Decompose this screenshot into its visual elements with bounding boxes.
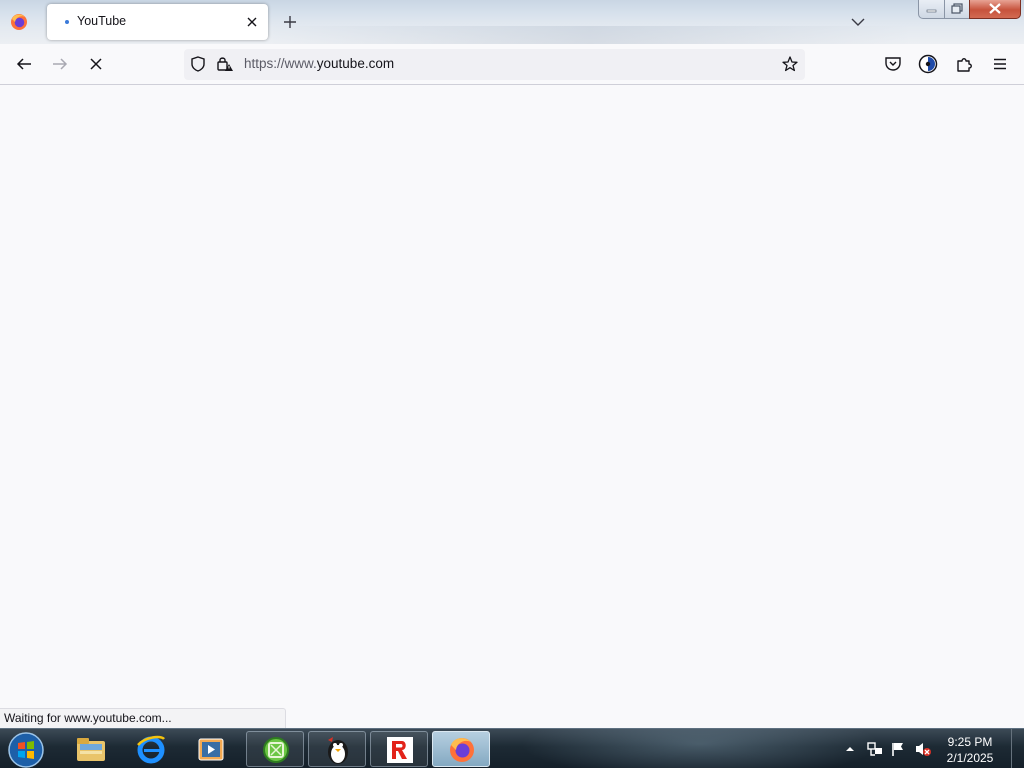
url-prefix: https://www. xyxy=(244,56,317,71)
url-domain: youtube.com xyxy=(316,56,395,71)
close-tab-icon[interactable] xyxy=(243,13,261,31)
clock-date: 2/1/2025 xyxy=(946,751,994,765)
pocket-icon[interactable] xyxy=(883,54,903,74)
clock-time: 9:25 PM xyxy=(947,735,993,749)
show-hidden-icons-arrow[interactable] xyxy=(845,744,855,754)
taskbar-roblox[interactable] xyxy=(370,731,428,767)
page-content-area xyxy=(0,86,1024,728)
minimize-button[interactable] xyxy=(918,0,945,19)
url-text[interactable]: https://www.youtube.com xyxy=(244,56,394,71)
stop-loading-icon[interactable] xyxy=(86,54,106,74)
tab-loading-indicator xyxy=(65,20,69,24)
account-sync-icon[interactable] xyxy=(918,54,938,74)
extensions-puzzle-icon[interactable] xyxy=(954,54,974,74)
taskbar-media-player[interactable] xyxy=(182,731,240,767)
restore-button[interactable] xyxy=(944,0,970,19)
bookmark-star-icon[interactable] xyxy=(781,55,799,73)
tab-title: YouTube xyxy=(77,14,127,28)
taskbar-tux-paint[interactable] xyxy=(308,731,366,767)
network-icon[interactable] xyxy=(866,741,884,757)
start-button[interactable] xyxy=(6,731,46,768)
address-bar[interactable]: https://www.youtube.com xyxy=(184,49,805,80)
app-menu-hamburger-icon[interactable] xyxy=(990,54,1010,74)
new-tab-icon[interactable] xyxy=(280,12,300,32)
windows-taskbar: 9:25 PM 2/1/2025 xyxy=(0,728,1024,768)
taskbar-xbox[interactable] xyxy=(246,731,304,767)
tracking-protection-shield-icon[interactable] xyxy=(189,55,207,73)
tab-strip: YouTube xyxy=(0,0,1024,44)
taskbar-windows-explorer[interactable] xyxy=(62,731,120,767)
taskbar-glow xyxy=(520,729,880,768)
navigation-toolbar: https://www.youtube.com xyxy=(0,44,1024,85)
list-all-tabs-icon[interactable] xyxy=(849,13,867,31)
status-panel: Waiting for www.youtube.com... xyxy=(0,708,286,728)
firefox-view-icon[interactable] xyxy=(9,12,29,32)
system-clock[interactable]: 9:25 PM 2/1/2025 xyxy=(930,734,1010,766)
close-window-button[interactable] xyxy=(969,0,1021,19)
insecure-lock-icon[interactable] xyxy=(215,55,235,73)
taskbar-internet-explorer[interactable] xyxy=(122,731,180,767)
forward-arrow-icon xyxy=(50,54,70,74)
action-center-flag-icon[interactable] xyxy=(890,741,906,757)
tab-youtube[interactable]: YouTube xyxy=(47,4,268,40)
window-controls xyxy=(918,0,1022,19)
back-arrow-icon[interactable] xyxy=(14,54,34,74)
show-desktop-button[interactable] xyxy=(1011,729,1024,768)
taskbar-firefox[interactable] xyxy=(432,731,490,767)
